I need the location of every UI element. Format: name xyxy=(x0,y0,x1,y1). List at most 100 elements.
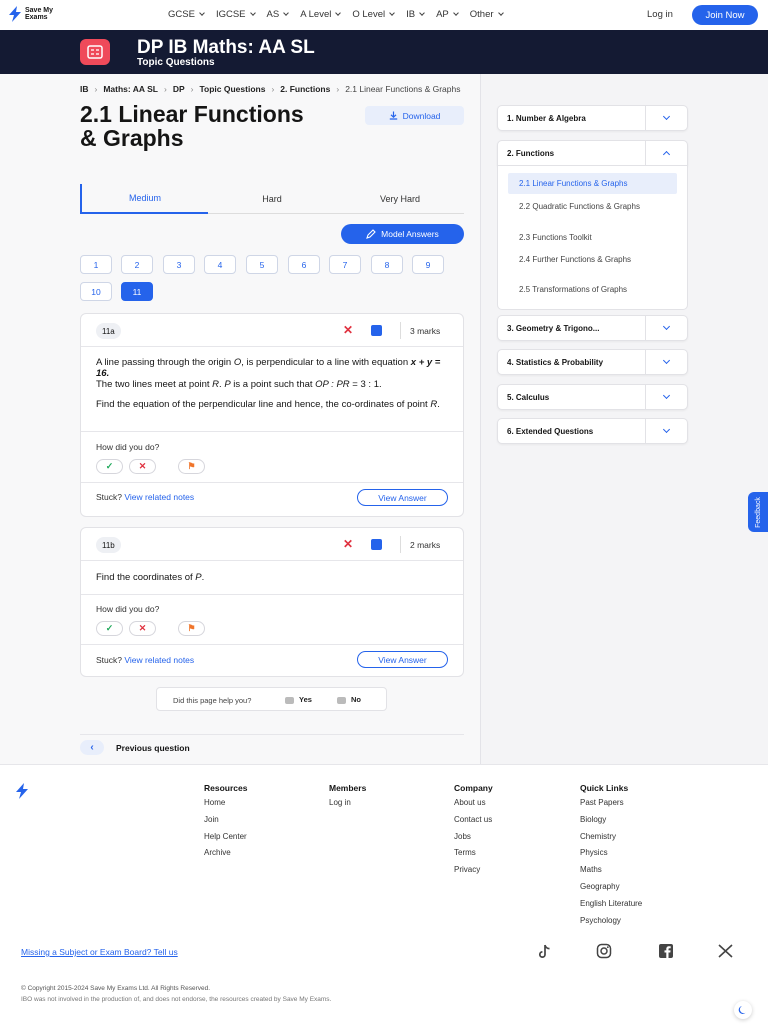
sidebar-subtopic-functions-toolkit[interactable]: 2.3 Functions Toolkit xyxy=(508,233,677,242)
expand-button[interactable] xyxy=(645,316,687,340)
flag-button[interactable]: ⚑ xyxy=(178,621,205,636)
nav-item-o-level[interactable]: O Level xyxy=(352,9,395,20)
tab-medium[interactable]: Medium xyxy=(80,184,208,214)
question-number-10[interactable]: 10 xyxy=(80,282,112,301)
rate-correct-button[interactable]: ✓ xyxy=(96,621,123,636)
dark-mode-toggle[interactable] xyxy=(734,1001,752,1019)
footer-link-jobs[interactable]: Jobs xyxy=(454,832,493,849)
nav-item-a-level[interactable]: A Level xyxy=(300,9,342,20)
nav-item-as[interactable]: AS xyxy=(267,9,290,20)
view-related-notes-link[interactable]: View related notes xyxy=(124,655,194,665)
helpful-no-button[interactable]: No xyxy=(337,695,361,704)
expand-button[interactable] xyxy=(645,385,687,409)
footer-link-about-us[interactable]: About us xyxy=(454,798,493,815)
footer-link-geography[interactable]: Geography xyxy=(580,882,642,899)
breadcrumb-functions[interactable]: 2. Functions xyxy=(280,84,330,94)
footer-link-biology[interactable]: Biology xyxy=(580,815,642,832)
footer-link-english-literature[interactable]: English Literature xyxy=(580,899,642,916)
footer-link-join[interactable]: Join xyxy=(204,815,247,832)
nav-item-label: IGCSE xyxy=(215,9,246,20)
breadcrumb-topic-questions[interactable]: Topic Questions xyxy=(199,84,265,94)
nav-item-ib[interactable]: IB xyxy=(406,9,425,20)
question-number-1[interactable]: 1 xyxy=(80,255,112,274)
nav-item-gcse[interactable]: GCSE xyxy=(168,9,205,20)
footer-link-contact-us[interactable]: Contact us xyxy=(454,815,493,832)
question-number-8[interactable]: 8 xyxy=(371,255,403,274)
lightning-logo-icon[interactable] xyxy=(15,783,29,799)
expand-button[interactable] xyxy=(645,106,687,130)
question-number-2[interactable]: 2 xyxy=(121,255,153,274)
breadcrumb-dp[interactable]: DP xyxy=(173,84,185,94)
question-text-span: Find the equation of the perpendicular l… xyxy=(96,399,431,410)
download-icon xyxy=(389,111,397,120)
question-text-span: is a point such that xyxy=(230,379,316,390)
join-now-button[interactable]: Join Now xyxy=(692,5,758,25)
sidebar-subtopic-quadratic-functions[interactable]: 2.2 Quadratic Functions & Graphs xyxy=(508,202,677,211)
helpful-yes-button[interactable]: Yes xyxy=(285,695,312,704)
footer-link-terms[interactable]: Terms xyxy=(454,848,493,865)
site-logo[interactable]: Save My Exams xyxy=(8,6,59,22)
breadcrumb-maths-aa-sl[interactable]: Maths: AA SL xyxy=(103,84,158,94)
rate-incorrect-button[interactable]: ✕ xyxy=(129,621,156,636)
question-number-4[interactable]: 4 xyxy=(204,255,236,274)
sidebar-section-number-algebra[interactable]: 1. Number & Algebra xyxy=(497,105,688,131)
nav-item-other[interactable]: Other xyxy=(470,9,504,20)
question-number-9[interactable]: 9 xyxy=(412,255,444,274)
collapse-button[interactable] xyxy=(645,141,687,165)
flag-button[interactable]: ⚑ xyxy=(178,459,205,474)
footer-link-home[interactable]: Home xyxy=(204,798,247,815)
question-number-7[interactable]: 7 xyxy=(329,255,361,274)
breadcrumb-ib[interactable]: IB xyxy=(80,84,89,94)
footer-link-chemistry[interactable]: Chemistry xyxy=(580,832,642,849)
login-link[interactable]: Log in xyxy=(647,9,673,20)
calculator-icon xyxy=(80,39,110,65)
question-card-11b: 11b ✕ 2 marks Find the coordinates of P.… xyxy=(80,527,464,677)
view-answer-button[interactable]: View Answer xyxy=(357,651,448,668)
view-answer-button[interactable]: View Answer xyxy=(357,489,448,506)
footer-link-psychology[interactable]: Psychology xyxy=(580,916,642,933)
sidebar-subtopic-transformations[interactable]: 2.5 Transformations of Graphs xyxy=(508,285,677,294)
close-icon[interactable]: ✕ xyxy=(343,538,353,550)
missing-subject-link[interactable]: Missing a Subject or Exam Board? Tell us xyxy=(21,947,178,957)
tab-hard[interactable]: Hard xyxy=(208,184,336,214)
close-icon[interactable]: ✕ xyxy=(343,324,353,336)
instagram-icon[interactable] xyxy=(595,943,613,959)
question-number-11[interactable]: 11 xyxy=(121,282,153,301)
footer-link-login[interactable]: Log in xyxy=(329,798,366,815)
sidebar-subtopic-linear-functions[interactable]: 2.1 Linear Functions & Graphs xyxy=(508,173,677,194)
chevron-left-icon[interactable]: ‹ xyxy=(80,740,104,755)
expand-button[interactable] xyxy=(645,419,687,443)
footer-link-privacy[interactable]: Privacy xyxy=(454,865,493,882)
tab-very-hard[interactable]: Very Hard xyxy=(336,184,464,214)
cross-icon: ✕ xyxy=(138,623,147,633)
rate-incorrect-button[interactable]: ✕ xyxy=(129,459,156,474)
nav-item-ap[interactable]: AP xyxy=(436,9,459,20)
question-number-6[interactable]: 6 xyxy=(288,255,320,274)
question-number-5[interactable]: 5 xyxy=(246,255,278,274)
sidebar-section-extended-questions[interactable]: 6. Extended Questions xyxy=(497,418,688,444)
view-related-notes-link[interactable]: View related notes xyxy=(124,492,194,502)
sidebar-section-calculus[interactable]: 5. Calculus xyxy=(497,384,688,410)
footer-link-help-center[interactable]: Help Center xyxy=(204,832,247,849)
question-text-span: , is perpendicular to a line with equati… xyxy=(241,357,411,368)
tiktok-icon[interactable] xyxy=(535,943,553,959)
x-icon[interactable] xyxy=(716,943,734,959)
previous-question-link[interactable]: Previous question xyxy=(116,743,190,753)
rate-correct-button[interactable]: ✓ xyxy=(96,459,123,474)
footer-link-archive[interactable]: Archive xyxy=(204,848,247,865)
facebook-icon[interactable] xyxy=(657,943,675,959)
sidebar-section-statistics-probability[interactable]: 4. Statistics & Probability xyxy=(497,349,688,375)
sidebar-section-geometry-trigonometry[interactable]: 3. Geometry & Trigono... xyxy=(497,315,688,341)
footer-link-physics[interactable]: Physics xyxy=(580,848,642,865)
nav-item-igcse[interactable]: IGCSE xyxy=(215,9,256,20)
footer-link-maths[interactable]: Maths xyxy=(580,865,642,882)
model-answers-button[interactable]: Model Answers xyxy=(341,224,464,244)
expand-button[interactable] xyxy=(645,350,687,374)
download-button[interactable]: Download xyxy=(365,106,464,125)
question-number-3[interactable]: 3 xyxy=(163,255,195,274)
sidebar-section-functions[interactable]: 2. Functions xyxy=(497,140,688,166)
sidebar-subtopic-further-functions[interactable]: 2.4 Further Functions & Graphs xyxy=(508,255,677,264)
feedback-tab[interactable]: Feedback xyxy=(748,492,768,532)
marks-label: 3 marks xyxy=(410,326,441,336)
footer-link-past-papers[interactable]: Past Papers xyxy=(580,798,642,815)
